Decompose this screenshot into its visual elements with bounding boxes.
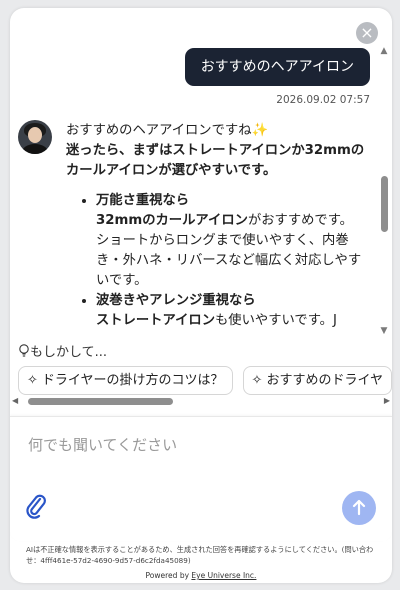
arrow-up-icon xyxy=(352,499,366,516)
assistant-lead: 迷ったら、まずはストレートアイロンか32mmのカールアイロンが選びやすいです。 xyxy=(66,143,365,178)
horizontal-scrollbar[interactable]: ◀ ▶ xyxy=(12,396,390,406)
sparkle-icon: ✧ xyxy=(251,373,263,388)
assistant-avatar xyxy=(18,120,52,154)
suggestion-chips: ✧ ドライヤーの掛け方のコツは？ ✧ おすすめのドライヤ xyxy=(18,366,392,395)
message-timestamp: 2026.09.02 07:57 xyxy=(276,94,370,106)
assistant-bullet-list: 万能さ重視なら 32mmのカールアイロンがおすすめです。ショートからロングまで使… xyxy=(66,191,366,331)
suggestion-chip[interactable]: ✧ おすすめのドライヤ xyxy=(242,366,392,395)
brand-link[interactable]: Eye Universe Inc. xyxy=(191,571,256,580)
suggestion-chip[interactable]: ✧ ドライヤーの掛け方のコツは？ xyxy=(18,366,233,395)
scroll-thumb[interactable] xyxy=(381,176,388,232)
scroll-right-arrow[interactable]: ▶ xyxy=(384,396,390,405)
message-input[interactable] xyxy=(26,435,370,455)
close-icon[interactable]: × xyxy=(356,22,378,44)
list-item: 波巻きやアレンジ重視なら ストレートアイロンも使いやすいです。J xyxy=(96,291,366,331)
scroll-down-arrow[interactable]: ▼ xyxy=(379,326,389,336)
lightbulb-icon xyxy=(19,344,29,357)
chat-panel: × ▲ ▼ おすすめのヘアアイロン 2026.09.02 07:57 おすすめの… xyxy=(10,8,392,583)
sparkle-icon: ✧ xyxy=(27,373,38,388)
sparkle-icon: ✨ xyxy=(251,123,269,138)
list-item: 万能さ重視なら 32mmのカールアイロンがおすすめです。ショートからロングまで使… xyxy=(96,191,366,291)
suggestions-label: もしかして... xyxy=(18,341,107,360)
scroll-up-arrow[interactable]: ▲ xyxy=(379,46,389,56)
horizontal-scroll-thumb[interactable] xyxy=(28,398,173,405)
user-message-bubble: おすすめのヘアアイロン xyxy=(184,48,370,86)
powered-by: Powered by Eye Universe Inc. xyxy=(145,571,257,580)
assistant-message: おすすめのヘアアイロンですね✨ 迷ったら、まずはストレートアイロンか32mmのカ… xyxy=(66,121,366,331)
scroll-left-arrow[interactable]: ◀ xyxy=(12,396,18,405)
paperclip-icon[interactable] xyxy=(24,493,48,519)
ai-disclaimer: AIは不正確な情報を表示することがあるため、生成された回答を再確認するようにして… xyxy=(26,545,374,565)
vertical-scrollbar[interactable]: ▲ ▼ xyxy=(379,46,389,336)
assistant-intro: おすすめのヘアアイロンですね xyxy=(66,123,252,138)
send-button[interactable] xyxy=(342,491,376,525)
message-input-area xyxy=(10,416,392,541)
